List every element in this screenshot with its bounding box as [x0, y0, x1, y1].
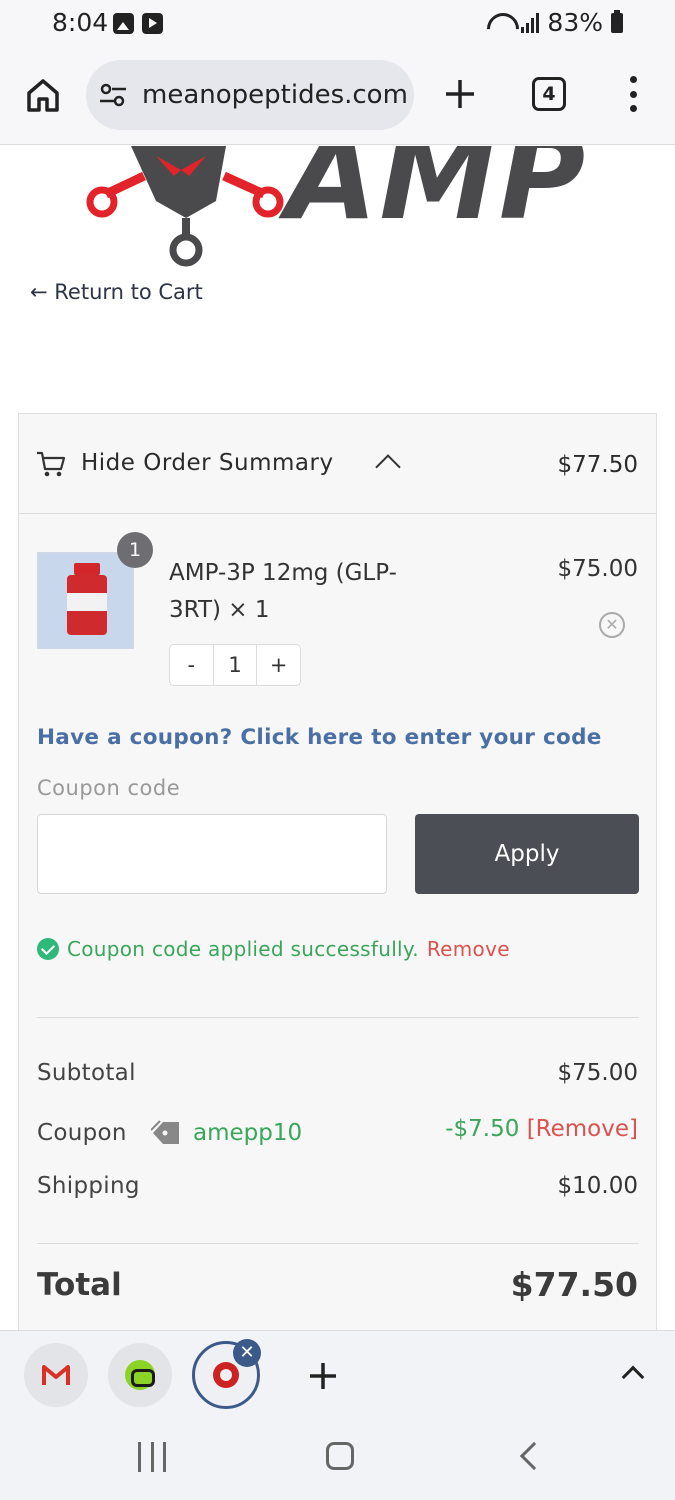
system-nav-bar — [0, 1420, 675, 1500]
product-price: $75.00 — [557, 556, 638, 582]
browser-toolbar: meanopeptides.com 4 — [0, 50, 675, 145]
address-bar[interactable]: meanopeptides.com — [86, 60, 414, 130]
expand-tabs-icon[interactable] — [621, 1365, 645, 1389]
site-settings-icon[interactable] — [98, 80, 128, 110]
notification-icons — [113, 13, 163, 34]
tag-icon — [151, 1120, 179, 1144]
coupon-success-message: Coupon code applied successfully. Remove — [37, 937, 510, 961]
signal-icon — [521, 12, 540, 33]
gmail-icon — [42, 1365, 70, 1385]
product-image — [37, 552, 134, 649]
chevron-up-icon — [375, 454, 401, 480]
total-value: $77.50 — [510, 1265, 638, 1304]
status-bar: 8:04 83% — [0, 0, 675, 50]
more-menu-icon[interactable] — [624, 76, 642, 112]
recents-icon[interactable] — [138, 1442, 166, 1472]
tab-switcher-button[interactable]: 4 — [532, 77, 566, 111]
total-label: Total — [37, 1267, 122, 1303]
coupon-discount-value: -$7.50 — [445, 1116, 520, 1142]
status-time: 8:04 — [52, 8, 109, 37]
applied-coupon-code: amepp10 — [193, 1120, 303, 1146]
logo-mark — [86, 146, 284, 267]
quantity-decrease-button[interactable]: - — [170, 645, 213, 685]
check-circle-icon — [37, 938, 59, 960]
close-tab-icon[interactable]: ✕ — [233, 1339, 261, 1367]
new-tab-icon[interactable] — [440, 74, 480, 114]
back-icon[interactable] — [519, 1441, 549, 1471]
status-right: 83% — [487, 8, 623, 37]
remove-item-icon[interactable]: ✕ — [599, 612, 625, 638]
divider — [37, 1017, 639, 1018]
site-favicon-icon — [125, 1360, 155, 1390]
wifi-icon — [487, 13, 513, 33]
divider — [37, 1243, 639, 1244]
coupon-toggle-link[interactable]: Have a coupon? Click here to enter your … — [37, 725, 602, 750]
quantity-increase-button[interactable]: + — [257, 645, 300, 685]
apply-coupon-button[interactable]: Apply — [415, 814, 639, 894]
order-summary-title: Hide Order Summary — [81, 450, 334, 476]
quantity-stepper: - 1 + — [169, 644, 301, 686]
home-icon[interactable] — [24, 76, 62, 114]
order-summary-total: $77.50 — [557, 452, 638, 478]
quantity-value[interactable]: 1 — [212, 645, 258, 685]
shipping-label: Shipping — [37, 1173, 140, 1199]
gallery-icon — [113, 13, 134, 34]
home-nav-icon[interactable] — [326, 1442, 354, 1470]
battery-percent: 83% — [547, 8, 603, 37]
coupon-discount: -$7.50 [Remove] — [445, 1116, 638, 1142]
tab-gmail[interactable] — [24, 1343, 88, 1407]
cart-icon — [37, 451, 66, 477]
order-summary-toggle[interactable]: Hide Order Summary $77.50 — [19, 414, 656, 514]
coupon-success-text: Coupon code applied successfully. — [67, 937, 419, 961]
product-name: AMP-3P 12mg (GLP-3RT) × 1 — [169, 560, 397, 623]
coupon-remove-link[interactable]: Remove — [427, 937, 510, 961]
quantity-badge: 1 — [117, 532, 153, 568]
coupon-row-label: Coupon — [37, 1120, 127, 1146]
battery-icon — [611, 9, 623, 33]
coupon-code-label: Coupon code — [37, 776, 181, 800]
coupon-code-input[interactable] — [37, 814, 387, 894]
tab-strip: ✕ — [0, 1330, 675, 1420]
subtotal-value: $75.00 — [557, 1060, 638, 1086]
site-logo[interactable]: AMP — [86, 146, 606, 268]
youtube-icon — [142, 13, 163, 34]
order-summary: Hide Order Summary $77.50 1 AMP-3P 12mg … — [18, 413, 657, 1343]
add-tab-icon[interactable] — [304, 1357, 342, 1395]
url-text: meanopeptides.com — [142, 80, 408, 110]
amp-favicon-icon — [213, 1362, 239, 1388]
logo-text: AMP — [286, 146, 588, 246]
coupon-remove-button[interactable]: [Remove] — [527, 1116, 638, 1142]
subtotal-label: Subtotal — [37, 1060, 136, 1086]
tab-green-site[interactable] — [108, 1343, 172, 1407]
shipping-value: $10.00 — [557, 1173, 638, 1199]
return-to-cart-link[interactable]: ← Return to Cart — [30, 280, 203, 304]
